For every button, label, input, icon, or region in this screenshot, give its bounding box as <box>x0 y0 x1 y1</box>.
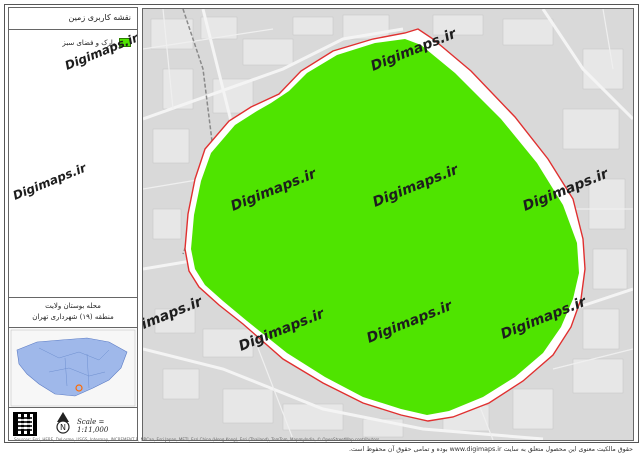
place-name: محله بوستان ولایت <box>45 302 101 310</box>
map-svg: Digimaps.ir Digimaps.ir Digimaps.ir Digi… <box>143 9 633 440</box>
basemap-sources: Sources: Esri, HERE, DeLorme, USGS, Inte… <box>14 437 380 442</box>
map-sidebar: نقشه کاربری زمین پارک و فضای سبز Digimap… <box>8 7 138 441</box>
watermark-text: Digimaps.ir <box>11 160 89 202</box>
scale-text: Scale = 1:11,000 <box>77 418 109 434</box>
place-info: محله بوستان ولایت منطقه (۱۹) شهرداری تهر… <box>9 298 137 328</box>
map-title: نقشه کاربری زمین <box>9 8 137 30</box>
watermark-text: Digimaps.ir <box>63 30 137 72</box>
qr-code-icon <box>13 412 37 436</box>
map-canvas: Digimaps.ir Digimaps.ir Digimaps.ir Digi… <box>142 8 634 441</box>
sidebar-footer: N Scale = 1:11,000 <box>9 408 137 440</box>
locator-map <box>9 328 137 408</box>
locator-map-graphic <box>10 329 136 407</box>
legend-panel: پارک و فضای سبز Digimaps.ir Digimaps.ir <box>9 30 137 298</box>
svg-text:N: N <box>60 423 66 432</box>
district-name: منطقه (۱۹) شهرداری تهران <box>32 313 114 321</box>
legend-watermarks: Digimaps.ir Digimaps.ir <box>11 30 137 202</box>
copyright-credit: حقوق مالکیت معنوی این محصول متعلق به سای… <box>349 446 633 453</box>
north-arrow-icon: N <box>56 412 70 434</box>
